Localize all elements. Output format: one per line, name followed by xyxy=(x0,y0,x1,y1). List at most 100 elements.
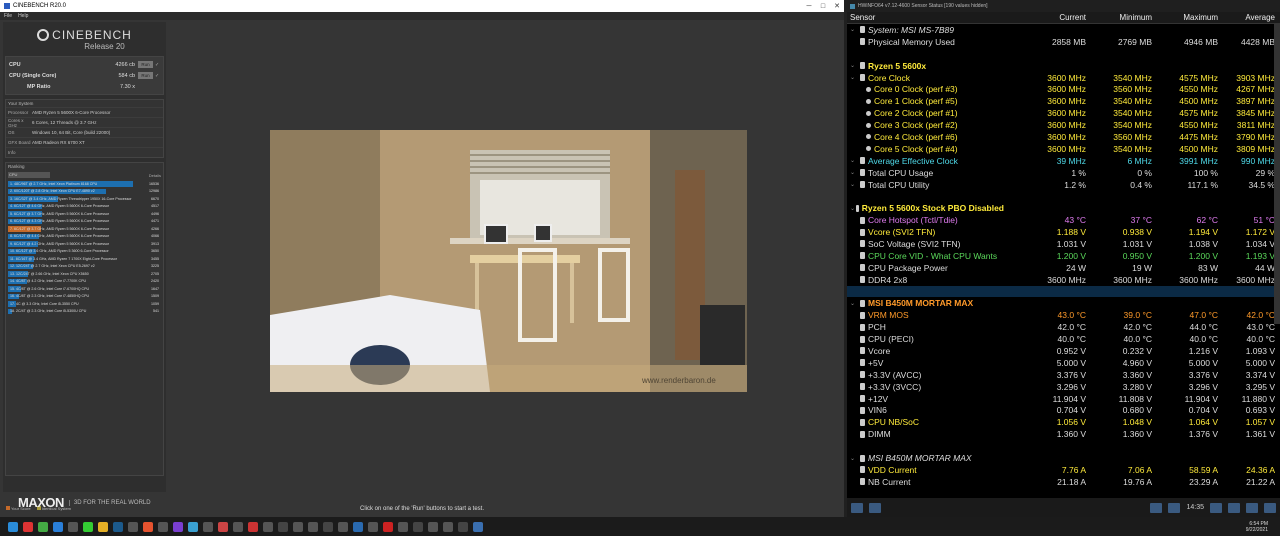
app-icon-17[interactable] xyxy=(247,521,258,532)
maximize-icon[interactable]: □ xyxy=(816,3,830,10)
app-icon-27[interactable] xyxy=(397,521,408,532)
ranking-row[interactable]: 1. 48C/96T @ 2.7 GHz, Intel Xeon Platinu… xyxy=(8,180,161,188)
run-cpu-button[interactable]: Run xyxy=(138,61,153,68)
app-icon-18[interactable] xyxy=(262,521,273,532)
minimize-icon[interactable]: ─ xyxy=(802,3,816,10)
hwinfo-title-bar[interactable]: HWiNFO64 v7.12-4600 Sensor Status [190 v… xyxy=(847,0,1280,12)
app-icon-13[interactable] xyxy=(187,521,198,532)
app-icon-16[interactable] xyxy=(232,521,243,532)
col-average[interactable]: Average xyxy=(1218,13,1275,22)
sensor-row[interactable]: SoC Voltage (SVI2 TFN) 1.031 V 1.031 V 1.03… xyxy=(847,238,1280,250)
app-icon-22[interactable] xyxy=(322,521,333,532)
ranking-row[interactable]: 17. 4C @ 3.3 GHz, Intel Core i5-3550 CPU… xyxy=(8,300,161,308)
sensor-row[interactable]: VDD Current 7.76 A 7.06 A 58.59 A 24.36 A xyxy=(847,464,1280,476)
app-icon-11[interactable] xyxy=(157,521,168,532)
col-minimum[interactable]: Minimum xyxy=(1086,13,1152,22)
col-maximum[interactable]: Maximum xyxy=(1152,13,1218,22)
sensor-row[interactable]: VIN6 0.704 V 0.680 V 0.704 V 0.693 V xyxy=(847,405,1280,417)
run-single-core-button[interactable]: Run xyxy=(138,72,153,79)
app-icon-15[interactable] xyxy=(217,521,228,532)
sensor-row[interactable]: Core 0 Clock (perf #3) 3600 MHz 3560 MHz 45… xyxy=(847,83,1280,95)
sensor-row[interactable]: +3.3V (AVCC) 3.376 V 3.360 V 3.376 V 3.374 V xyxy=(847,369,1280,381)
close-icon[interactable]: ✕ xyxy=(830,2,844,10)
sensor-row[interactable]: CPU (PECI) 40.0 °C 40.0 °C 40.0 °C 40.0 °C xyxy=(847,333,1280,345)
ranking-row[interactable]: 10. 6C/12T @ 3.6 GHz, AMD Ryzen 5 3600 6… xyxy=(8,248,161,256)
sensor-row[interactable]: DIMM 1.360 V 1.360 V 1.376 V 1.361 V xyxy=(847,428,1280,440)
ranking-row[interactable]: 5. 6C/12T @ 3.7 GHz, AMD Ryzen 5 5600X 6… xyxy=(8,210,161,218)
sensor-row[interactable]: ⌄ Total CPU Usage 1 % 0 % 100 % 29 % xyxy=(847,167,1280,179)
network-icon[interactable] xyxy=(1150,502,1163,513)
sensor-row[interactable]: +12V 11.904 V 11.808 V 11.904 V 11.880 V xyxy=(847,393,1280,405)
sensor-group-header[interactable]: ⌄ MSI B450M MORTAR MAX xyxy=(847,452,1280,464)
app-icon-26[interactable] xyxy=(382,521,393,532)
sensor-row[interactable]: PCH 42.0 °C 42.0 °C 44.0 °C 43.0 °C xyxy=(847,321,1280,333)
scrollbar[interactable] xyxy=(1274,24,1280,324)
sensor-row[interactable]: +3.3V (3VCC) 3.296 V 3.280 V 3.296 V 3.295 V xyxy=(847,381,1280,393)
sensor-row[interactable]: NB Current 21.18 A 19.76 A 23.29 A 21.22 A xyxy=(847,476,1280,488)
app-icon-12[interactable] xyxy=(172,521,183,532)
taskbar-clock[interactable]: 6:54 PM 9/22/2021 xyxy=(1246,521,1268,533)
app-icon-30[interactable] xyxy=(442,521,453,532)
sensor-group-header[interactable]: ⌄ Ryzen 5 5600x Stock PBO Disabled xyxy=(847,202,1280,214)
details-button[interactable]: Details xyxy=(149,173,161,178)
menu-help[interactable]: Help xyxy=(18,13,28,19)
sensor-row[interactable]: Core 5 Clock (perf #4) 3600 MHz 3540 MHz 45… xyxy=(847,143,1280,155)
sensor-row[interactable]: DDR4 2x8 3600 MHz 3600 MHz 3600 MHz 3600 MHz xyxy=(847,274,1280,286)
app-icon-20[interactable] xyxy=(292,521,303,532)
app-icon-19[interactable] xyxy=(277,521,288,532)
app-icon-23[interactable] xyxy=(337,521,348,532)
col-sensor[interactable]: Sensor xyxy=(847,13,1004,22)
close-hwinfo-icon[interactable] xyxy=(1264,502,1276,513)
sensor-row[interactable]: CPU Core VID - What CPU Wants 1.200 V 0.95… xyxy=(847,250,1280,262)
collapse-icon[interactable]: ⌄ xyxy=(850,300,860,307)
settings-app-icon[interactable] xyxy=(67,521,78,532)
sensor-row[interactable]: VRM MOS 43.0 °C 39.0 °C 47.0 °C 42.0 °C xyxy=(847,309,1280,321)
app-icon-14[interactable] xyxy=(202,521,213,532)
app-icon-28[interactable] xyxy=(412,521,423,532)
ranking-row[interactable]: 3. 16C/32T @ 3.4 GHz, AMD Ryzen Threadri… xyxy=(8,195,161,203)
brave-icon[interactable] xyxy=(22,521,33,532)
sensor-row[interactable]: +5V 5.000 V 4.960 V 5.000 V 5.000 V xyxy=(847,357,1280,369)
ranking-row[interactable]: 12. 12C/24T @ 2.7 GHz, Intel Xeon CPU E5… xyxy=(8,263,161,271)
menu-file[interactable]: File xyxy=(4,13,12,19)
ranking-row[interactable]: 11. 8C/16T @ 3.4 GHz, AMD Ryzen 7 1700X … xyxy=(8,255,161,263)
ranking-row[interactable]: 8. 6C/12T @ 4.4 GHz, AMD Ryzen 5 5600X 6… xyxy=(8,233,161,241)
sensor-row[interactable]: ⌄ Average Effective Clock 39 MHz 6 MHz 3991 … xyxy=(847,155,1280,167)
start-icon[interactable] xyxy=(7,521,18,532)
sensor-row[interactable]: Core 4 Clock (perf #6) 3600 MHz 3560 MHz 44… xyxy=(847,131,1280,143)
ranking-row[interactable]: 2. 60C/120T @ 2.8 GHz, Intel Xeon CPU E7… xyxy=(8,188,161,196)
clock-icon[interactable] xyxy=(1210,502,1222,513)
sensor-row[interactable]: CPU NB/SoC 1.056 V 1.048 V 1.064 V 1.057 V xyxy=(847,416,1280,428)
ranking-row[interactable]: 9. 6C/12T @ 4.2 GHz, AMD Ryzen 5 5600X 6… xyxy=(8,240,161,248)
steam-icon[interactable] xyxy=(112,521,123,532)
reset-icon[interactable] xyxy=(1168,502,1181,513)
sensor-group-header[interactable]: ⌄ Ryzen 5 5600x xyxy=(847,60,1280,72)
ranking-row[interactable]: 14. 4C/8T @ 4.2 GHz, Intel Core i7-7700K… xyxy=(8,278,161,286)
app-icon-32[interactable] xyxy=(472,521,483,532)
sensor-row[interactable]: Core Hotspot (Tctl/Tdie) 43 °C 37 °C 62 °C 5… xyxy=(847,214,1280,226)
ranking-row[interactable]: 15. 4C/8T @ 2.6 GHz, Intel Core i7-6700H… xyxy=(8,285,161,293)
sensor-row[interactable]: Core 2 Clock (perf #1) 3600 MHz 3540 MHz 45… xyxy=(847,107,1280,119)
sensor-row[interactable]: CPU Package Power 24 W 19 W 83 W 44 W xyxy=(847,262,1280,274)
col-current[interactable]: Current xyxy=(1004,13,1086,22)
app-icon-21[interactable] xyxy=(307,521,318,532)
nav-right-icon[interactable] xyxy=(869,502,881,513)
collapse-icon[interactable]: ⌄ xyxy=(850,205,856,212)
ranking-row[interactable]: 4. 6C/12T @ 4.6 GHz, AMD Ryzen 5 5600X 6… xyxy=(8,203,161,211)
sensor-row[interactable]: ⌄ Core Clock 3600 MHz 3540 MHz 4575 MHz 3903 … xyxy=(847,72,1280,84)
ranking-row[interactable]: 6. 6C/12T @ 4.3 GHz, AMD Ryzen 5 5600X 6… xyxy=(8,218,161,226)
sensor-row[interactable]: Core 3 Clock (perf #2) 3600 MHz 3540 MHz 45… xyxy=(847,119,1280,131)
ranking-type-select[interactable]: CPU xyxy=(8,172,50,178)
sensor-group-header[interactable]: ⌄ MSI B450M MORTAR MAX xyxy=(847,297,1280,309)
sensor-group-header[interactable]: ⌄ System: MSI MS-7B89 xyxy=(847,24,1280,36)
ranking-row[interactable]: 13. 12C/24T @ 2.66 GHz, Intel Xeon CPU X… xyxy=(8,270,161,278)
ranking-row[interactable]: 16. 4C/8T @ 2.3 GHz, Intel Core i7-4850H… xyxy=(8,293,161,301)
report-icon[interactable] xyxy=(1228,502,1240,513)
sensor-row[interactable]: Core 1 Clock (perf #5) 3600 MHz 3540 MHz 45… xyxy=(847,95,1280,107)
ranking-row[interactable]: 7. 6C/12T @ 3.7 GHz, AMD Ryzen 5 5600X 6… xyxy=(8,225,161,233)
settings-icon[interactable] xyxy=(1246,502,1258,513)
explorer-icon[interactable] xyxy=(97,521,108,532)
sensor-row[interactable]: ⌄ Total CPU Utility 1.2 % 0.4 % 117.1 % 34.5 … xyxy=(847,179,1280,191)
sensor-row[interactable]: Physical Memory Used 2858 MB 2769 MB 4946 M… xyxy=(847,36,1280,48)
app-icon-9[interactable] xyxy=(127,521,138,532)
